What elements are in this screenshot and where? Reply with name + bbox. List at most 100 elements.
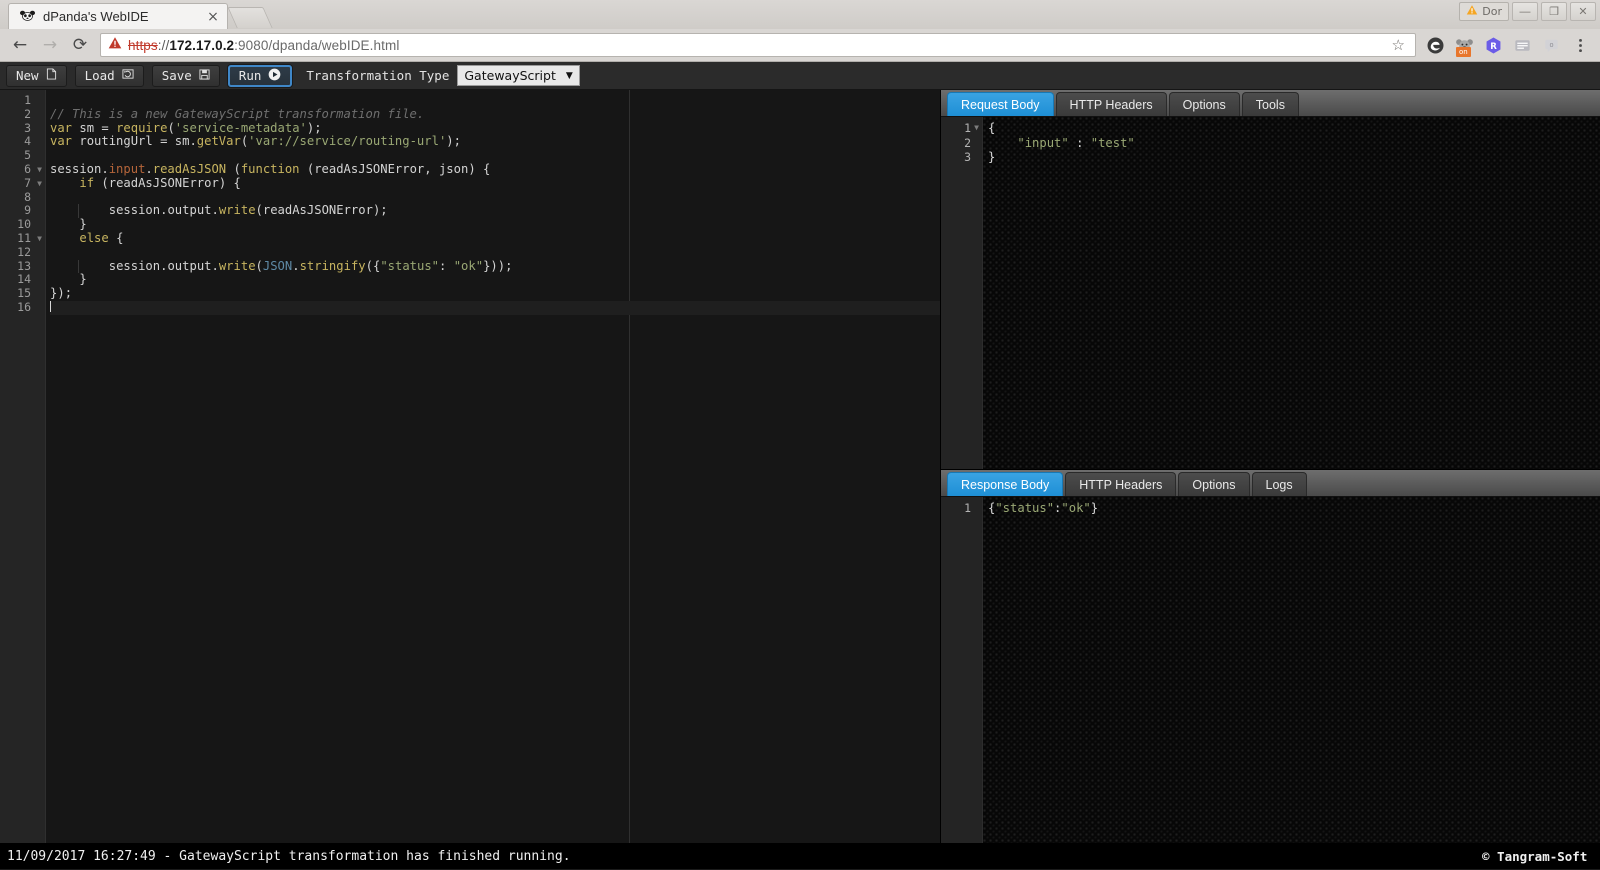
gutter-line-number: 2 (964, 135, 971, 150)
gutter-line-number: 10 (17, 217, 31, 232)
svg-text:R: R (1490, 41, 1497, 51)
file-icon (46, 68, 57, 83)
gutter-line-number: 1 (24, 93, 31, 107)
forward-icon[interactable]: → (36, 31, 64, 59)
folder-refresh-icon (122, 68, 134, 83)
code-line[interactable]: else { (50, 231, 940, 246)
reader-icon[interactable] (1513, 36, 1532, 55)
url-host: 172.17.0.2 (169, 37, 235, 53)
close-icon[interactable]: × (205, 9, 221, 25)
url-separator: :// (157, 37, 170, 53)
status-bar: 11/09/2017 16:27:49 - GatewayScript tran… (0, 843, 1600, 869)
request-gutter: 1 ▼ 2 3 (941, 117, 983, 469)
save-button-label: Save (161, 68, 192, 83)
editor-code-area[interactable]: // This is a new GatewayScript transform… (46, 90, 940, 843)
edge-icon[interactable] (1426, 36, 1445, 55)
bookmark-star-icon[interactable]: ☆ (1392, 36, 1408, 54)
gutter-line-number: 3 (24, 120, 31, 135)
code-line[interactable] (50, 191, 940, 205)
minimize-button[interactable]: — (1512, 2, 1538, 21)
request-body-editor[interactable]: 1 ▼ 2 3 { "input" : "test"} (941, 117, 1600, 469)
code-line[interactable]: {"status":"ok"} (983, 501, 1600, 516)
code-line[interactable]: }); (50, 286, 940, 301)
tab-tools[interactable]: Tools (1241, 92, 1299, 116)
code-line[interactable]: session.output.write(JSON.stringify({"st… (50, 259, 940, 274)
code-line[interactable] (50, 94, 940, 108)
copyright-label: © Tangram-Soft (1482, 848, 1588, 864)
code-line[interactable]: session.output.write(readAsJSONError); (50, 203, 940, 219)
menu-icon[interactable] (1571, 36, 1590, 55)
request-code[interactable]: { "input" : "test"} (983, 117, 1600, 469)
gutter-line-number: 8 (24, 189, 31, 204)
transformation-type-value: GatewayScript (464, 68, 556, 83)
gutter-line-number: 5 (24, 148, 31, 163)
code-line[interactable]: session.input.readAsJSON (function (read… (50, 162, 940, 177)
code-editor[interactable]: 1 2 3 4 5 6 ▼ 7 ▼ 8 9 10 11 ▼ 12 13 14 15 16 // This is a … (0, 90, 941, 843)
code-line[interactable]: } (983, 150, 1600, 165)
koala-extension-icon[interactable]: on (1455, 36, 1474, 57)
load-button[interactable]: Load (74, 64, 144, 87)
status-message: 11/09/2017 16:27:49 - GatewayScript tran… (7, 848, 571, 864)
response-gutter: 1 (941, 497, 983, 843)
maximize-button[interactable]: ❐ (1541, 2, 1567, 21)
gutter-line-number: 14 (17, 272, 31, 287)
code-line[interactable] (50, 149, 940, 163)
code-line[interactable]: "input" : "test" (983, 136, 1600, 151)
code-line[interactable]: var sm = require('service-metadata'); (50, 121, 940, 136)
url-scheme: https (128, 37, 158, 53)
code-line[interactable]: } (50, 272, 940, 287)
back-icon[interactable]: ← (6, 31, 34, 59)
gutter-line-number: 1 ▼ (964, 121, 979, 136)
tab-options[interactable]: Options (1178, 472, 1250, 496)
save-button[interactable]: Save (151, 64, 220, 87)
transformation-type-select[interactable]: GatewayScript ▼ (457, 65, 580, 86)
address-bar[interactable]: https://172.17.0.2:9080/dpanda/webIDE.ht… (100, 33, 1416, 57)
gutter-line-number: 7 ▼ (24, 175, 42, 191)
run-button[interactable]: Run (227, 64, 293, 87)
tab-response-body[interactable]: Response Body (947, 472, 1064, 496)
code-line[interactable]: if (readAsJSONError) { (50, 176, 940, 191)
new-tab-button[interactable] (227, 7, 273, 28)
tab-options[interactable]: Options (1168, 92, 1240, 116)
gutter-line-number: 15 (17, 286, 31, 301)
response-code[interactable]: {"status":"ok"} (983, 497, 1600, 843)
code-line[interactable]: // This is a new GatewayScript transform… (50, 107, 940, 122)
code-line[interactable] (50, 246, 940, 260)
close-window-button[interactable]: ✕ (1570, 2, 1596, 21)
gutter-line-number: 1 (964, 501, 971, 515)
gutter-line-number: 9 (24, 203, 31, 218)
fold-arrow-icon[interactable]: ▼ (37, 232, 42, 246)
warning-triangle-icon (108, 36, 122, 55)
io-panels: Request Body HTTP Headers Options Tools 1 ▼ 2… (941, 90, 1600, 843)
url-text: https://172.17.0.2:9080/dpanda/webIDE.ht… (128, 38, 399, 53)
fold-arrow-icon[interactable]: ▼ (974, 121, 979, 136)
clipboard-icon[interactable]: o (1542, 36, 1561, 55)
new-button[interactable]: New (6, 64, 67, 87)
svg-text:o: o (1549, 40, 1553, 48)
status-badge[interactable]: Dor (1459, 2, 1509, 21)
tab-http-headers[interactable]: HTTP Headers (1055, 92, 1167, 116)
r-extension-icon[interactable]: R (1484, 36, 1503, 55)
url-path: :9080/dpanda/webIDE.html (234, 37, 400, 53)
browser-tab[interactable]: dPanda's WebIDE × (8, 3, 228, 29)
gutter-line-number: 4 (24, 134, 31, 149)
fold-arrow-icon[interactable]: ▼ (37, 163, 42, 177)
code-line[interactable]: var routingUrl = sm.getVar('var://servic… (50, 134, 940, 149)
response-body-viewer[interactable]: 1 {"status":"ok"} (941, 497, 1600, 843)
gutter-line-number: 11 ▼ (17, 230, 42, 246)
tab-request-body[interactable]: Request Body (947, 92, 1054, 116)
tab-logs[interactable]: Logs (1251, 472, 1307, 496)
code-line[interactable]: } (50, 217, 940, 232)
reload-icon[interactable]: ⟳ (66, 31, 94, 59)
code-line[interactable]: { (983, 121, 1600, 136)
request-tabs: Request Body HTTP Headers Options Tools (941, 90, 1600, 117)
gutter-line-number: 12 (17, 244, 31, 259)
gutter-line-number: 16 (17, 299, 31, 314)
code-line[interactable] (50, 300, 940, 315)
new-button-label: New (16, 68, 39, 83)
navigation-bar: ← → ⟳ https://172.17.0.2:9080/dpanda/web… (0, 29, 1600, 62)
gutter-line-number: 2 (24, 106, 31, 121)
fold-arrow-icon[interactable]: ▼ (37, 177, 42, 191)
tab-http-headers[interactable]: HTTP Headers (1065, 472, 1177, 496)
gutter-line-number: 3 (964, 150, 971, 165)
